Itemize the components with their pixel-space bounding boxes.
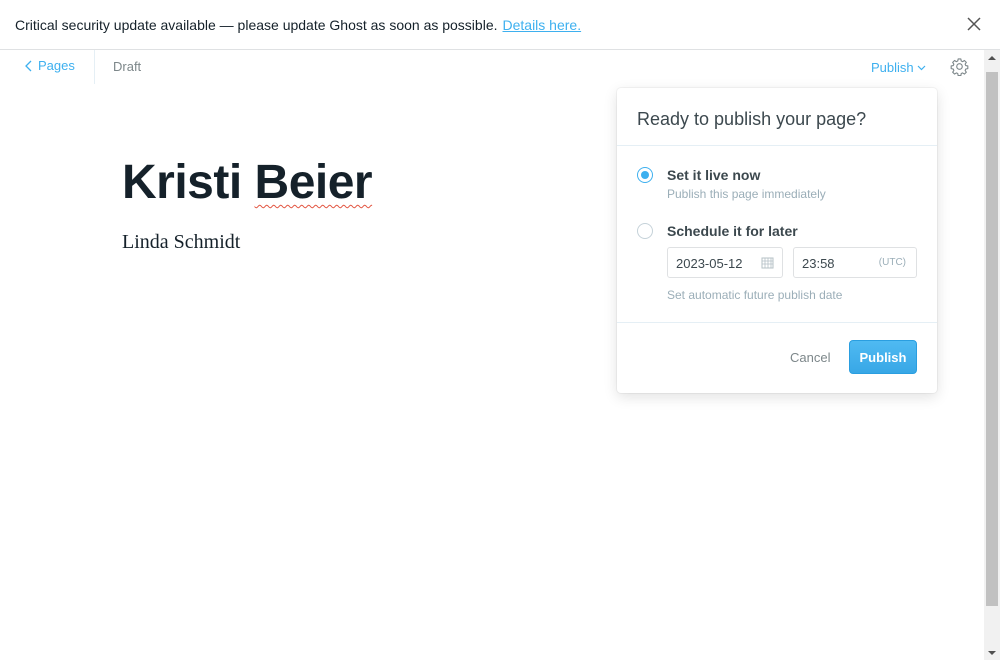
close-icon[interactable] (966, 16, 982, 32)
option-set-live-label[interactable]: Set it live now (667, 167, 760, 183)
publish-trigger-label: Publish (871, 60, 914, 75)
header-divider (94, 50, 95, 84)
chevron-left-icon (25, 60, 32, 71)
popover-title: Ready to publish your page? (617, 88, 937, 146)
notice-text: Critical security update available — ple… (15, 16, 498, 33)
notice-details-link[interactable]: Details here. (503, 17, 582, 33)
editor-header: Pages Draft Publish (0, 50, 984, 86)
schedule-date-input[interactable]: 2023-05-12 (667, 247, 783, 278)
calendar-icon[interactable] (761, 256, 774, 269)
publish-options: Set it live now Publish this page immedi… (617, 147, 937, 323)
publish-menu-trigger[interactable]: Publish (871, 60, 926, 75)
schedule-hint: Set automatic future publish date (667, 288, 843, 302)
scroll-down-arrow-icon[interactable] (988, 650, 996, 656)
date-value: 2023-05-12 (676, 256, 743, 271)
option-set-live-description: Publish this page immediately (667, 187, 826, 201)
publish-button[interactable]: Publish (849, 340, 917, 374)
gear-icon[interactable] (950, 57, 969, 76)
back-link-label: Pages (38, 58, 75, 73)
schedule-time-input[interactable]: 23:58 (UTC) (793, 247, 917, 278)
scrollbar-thumb[interactable] (986, 72, 998, 606)
security-notice-bar: Critical security update available — ple… (0, 0, 1000, 50)
timezone-label: (UTC) (878, 257, 906, 268)
cancel-button[interactable]: Cancel (790, 350, 830, 365)
back-to-pages-link[interactable]: Pages (24, 58, 75, 73)
scroll-up-arrow-icon[interactable] (988, 55, 996, 61)
post-status: Draft (113, 59, 142, 74)
title-misspelled-word: Beier (254, 156, 373, 209)
chevron-down-icon (917, 65, 926, 70)
title-text: Kristi (122, 156, 255, 209)
time-value: 23:58 (802, 256, 835, 271)
radio-schedule-later[interactable] (637, 223, 653, 239)
page-title[interactable]: Kristi Beier (122, 155, 373, 210)
radio-set-live-now[interactable] (637, 167, 653, 183)
page-body-text[interactable]: Linda Schmidt (122, 231, 240, 254)
vertical-scrollbar[interactable] (984, 50, 1000, 660)
option-schedule-label[interactable]: Schedule it for later (667, 223, 798, 239)
publish-popover: Ready to publish your page? Set it live … (617, 88, 937, 393)
